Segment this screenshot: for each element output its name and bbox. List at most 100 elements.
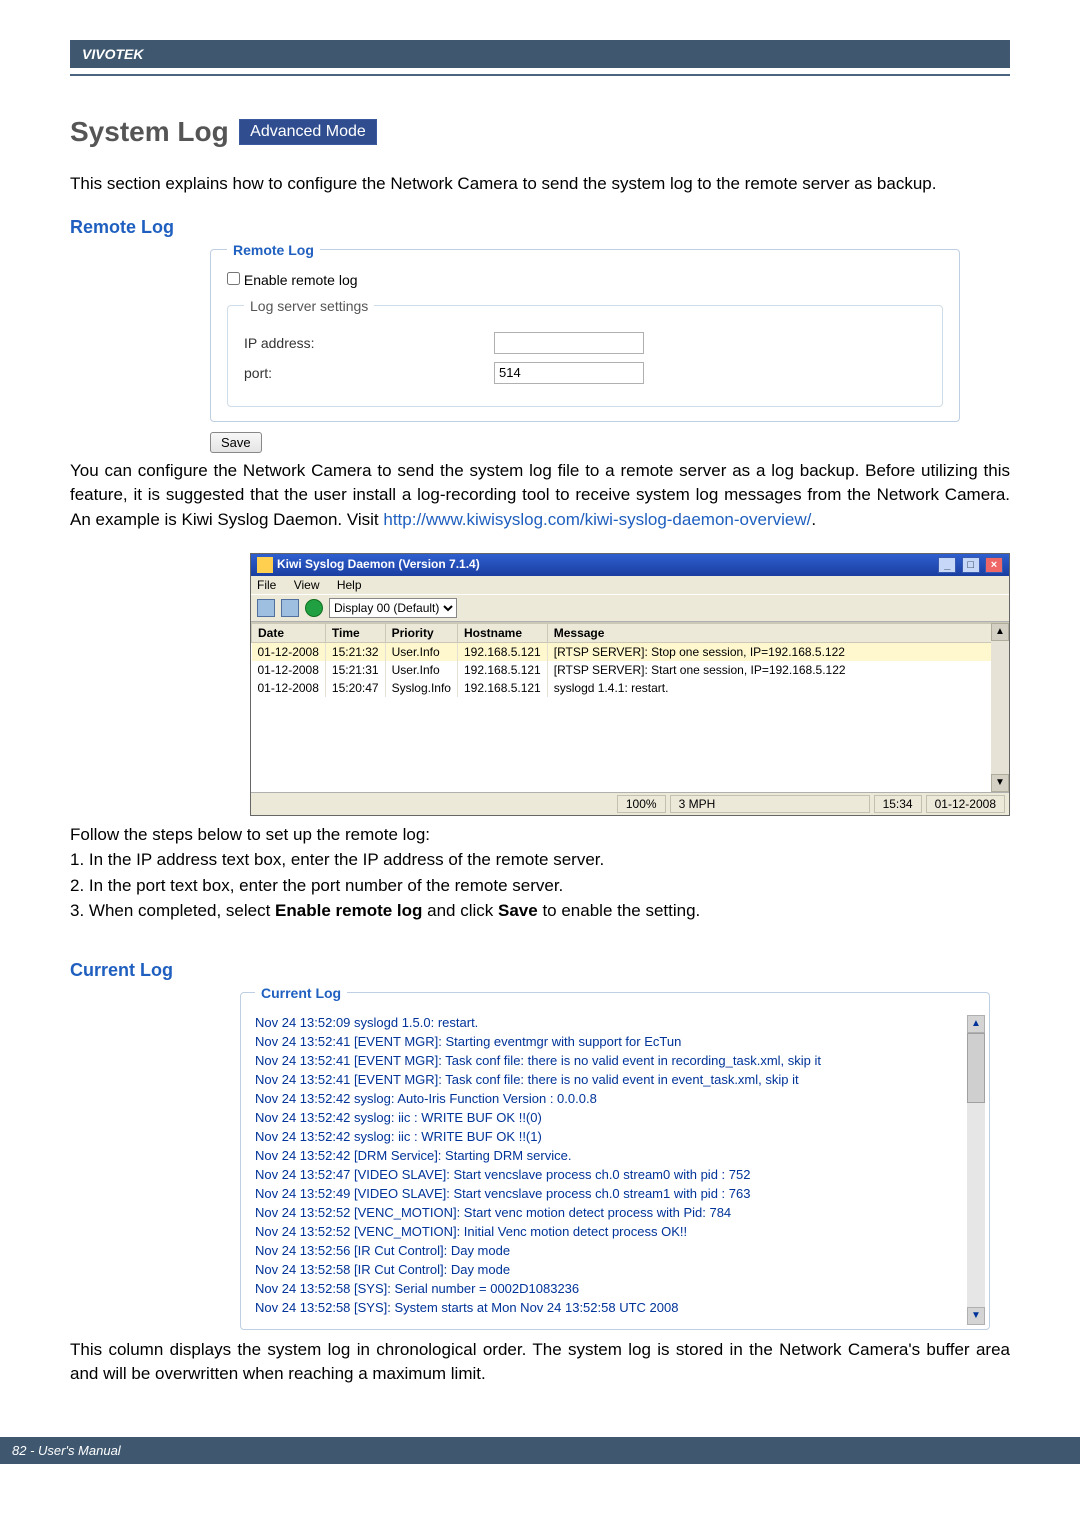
log-line: Nov 24 13:52:41 [EVENT MGR]: Task conf f… [255,1053,977,1068]
col-message[interactable]: Message [547,623,1008,642]
kiwi-menubar: File View Help [251,576,1009,594]
log-line: Nov 24 13:52:42 [DRM Service]: Starting … [255,1148,977,1163]
kiwi-scrollbar[interactable]: ▲ ▼ [991,623,1009,792]
header-rule [70,74,1010,76]
kiwi-log-area: Date Time Priority Hostname Message 01-1… [251,622,1009,792]
page-title-row: System Log Advanced Mode [70,116,1010,148]
current-log-lines: Nov 24 13:52:09 syslogd 1.5.0: restart. N… [255,1015,977,1315]
cell-priority: Syslog.Info [385,679,457,697]
col-date[interactable]: Date [252,623,326,642]
menu-help[interactable]: Help [337,578,362,592]
page-footer: 82 - User's Manual [0,1437,1080,1464]
toolbar-icon-2[interactable] [281,599,299,617]
log-line: Nov 24 13:52:58 [IR Cut Control]: Day mo… [255,1262,977,1277]
kiwi-window-title: Kiwi Syslog Daemon (Version 7.1.4) [277,557,480,571]
current-log-heading: Current Log [70,960,1010,981]
table-row[interactable]: 01-12-2008 15:21:32 User.Info 192.168.5.… [252,642,1009,661]
col-priority[interactable]: Priority [385,623,457,642]
menu-file[interactable]: File [257,578,276,592]
cell-hostname: 192.168.5.121 [457,661,547,679]
menu-view[interactable]: View [294,578,320,592]
port-input[interactable] [494,362,644,384]
log-line: Nov 24 13:52:52 [VENC_MOTION]: Initial V… [255,1224,977,1239]
remote-log-fieldset: Remote Log Enable remote log Log server … [210,242,960,422]
ip-address-label: IP address: [244,335,494,351]
log-line: Nov 24 13:52:56 [IR Cut Control]: Day mo… [255,1243,977,1258]
scroll-up-icon[interactable]: ▲ [991,623,1009,641]
steps-lead: Follow the steps below to set up the rem… [70,822,1010,848]
toolbar-icon-3[interactable] [305,599,323,617]
status-pct: 100% [617,795,666,813]
log-server-settings-legend: Log server settings [244,298,374,314]
cell-message: [RTSP SERVER]: Start one session, IP=192… [547,661,1008,679]
ip-address-input[interactable] [494,332,644,354]
brand-text: VIVOTEK [82,46,143,62]
scroll-up-icon[interactable]: ▲ [967,1015,985,1033]
log-line: Nov 24 13:52:41 [EVENT MGR]: Task conf f… [255,1072,977,1087]
table-row[interactable]: 01-12-2008 15:20:47 Syslog.Info 192.168.… [252,679,1009,697]
cell-hostname: 192.168.5.121 [457,679,547,697]
current-log-legend: Current Log [255,985,347,1001]
cell-message: syslogd 1.4.1: restart. [547,679,1008,697]
advanced-mode-badge: Advanced Mode [239,119,377,145]
status-mph: 3 MPH [670,795,870,813]
current-log-scrollbar[interactable]: ▲ ▼ [967,1015,985,1325]
display-select[interactable]: Display 00 (Default) [329,598,457,618]
scroll-thumb[interactable] [967,1033,985,1103]
kiwi-window: Kiwi Syslog Daemon (Version 7.1.4) _ □ ×… [250,553,1010,816]
cell-priority: User.Info [385,661,457,679]
status-time: 15:34 [874,795,922,813]
step-1: 1. In the IP address text box, enter the… [70,847,1010,873]
step-3: 3. When completed, select Enable remote … [70,898,1010,924]
kiwi-statusbar: 100% 3 MPH 15:34 01-12-2008 [251,792,1009,815]
closing-paragraph: This column displays the system log in c… [70,1338,1010,1387]
brand-header: VIVOTEK [70,40,1010,68]
cell-date: 01-12-2008 [252,679,326,697]
log-line: Nov 24 13:52:42 syslog: iic : WRITE BUF … [255,1129,977,1144]
log-line: Nov 24 13:52:49 [VIDEO SLAVE]: Start ven… [255,1186,977,1201]
toolbar-icon-1[interactable] [257,599,275,617]
log-line: Nov 24 13:52:09 syslogd 1.5.0: restart. [255,1015,977,1030]
log-line: Nov 24 13:52:42 syslog: Auto-Iris Functi… [255,1091,977,1106]
cell-time: 15:21:32 [325,642,385,661]
col-time[interactable]: Time [325,623,385,642]
minimize-icon[interactable]: _ [938,557,956,573]
steps-block: Follow the steps below to set up the rem… [70,822,1010,924]
kiwi-toolbar: Display 00 (Default) [251,594,1009,622]
window-controls: _ □ × [936,557,1003,573]
port-label: port: [244,365,494,381]
enable-remote-log-checkbox[interactable] [227,272,240,285]
kiwi-link[interactable]: http://www.kiwisyslog.com/kiwi-syslog-da… [383,510,811,529]
cell-hostname: 192.168.5.121 [457,642,547,661]
kiwi-header-row: Date Time Priority Hostname Message [252,623,1009,642]
enable-remote-log-label: Enable remote log [244,272,358,288]
remote-log-legend: Remote Log [227,242,320,258]
log-line: Nov 24 13:52:58 [SYS]: Serial number = 0… [255,1281,977,1296]
page-title: System Log [70,116,229,147]
log-server-settings-fieldset: Log server settings IP address: port: [227,298,943,407]
table-row[interactable]: 01-12-2008 15:21:31 User.Info 192.168.5.… [252,661,1009,679]
maximize-icon[interactable]: □ [962,557,980,573]
remote-log-heading: Remote Log [70,217,1010,238]
kiwi-tbody: 01-12-2008 15:21:32 User.Info 192.168.5.… [252,642,1009,697]
kiwi-table: Date Time Priority Hostname Message 01-1… [251,623,1009,697]
col-hostname[interactable]: Hostname [457,623,547,642]
step-2: 2. In the port text box, enter the port … [70,873,1010,899]
kiwi-titlebar: Kiwi Syslog Daemon (Version 7.1.4) _ □ × [251,554,1009,576]
scroll-down-icon[interactable]: ▼ [967,1307,985,1325]
close-icon[interactable]: × [985,557,1003,573]
footer-page: 82 - User's Manual [12,1443,121,1458]
log-line: Nov 24 13:52:52 [VENC_MOTION]: Start ven… [255,1205,977,1220]
cell-date: 01-12-2008 [252,642,326,661]
cell-priority: User.Info [385,642,457,661]
cell-date: 01-12-2008 [252,661,326,679]
status-date: 01-12-2008 [926,795,1005,813]
log-line: Nov 24 13:52:42 syslog: iic : WRITE BUF … [255,1110,977,1125]
remote-log-explainer: You can configure the Network Camera to … [70,459,1010,533]
log-line: Nov 24 13:52:58 [SYS]: System starts at … [255,1300,977,1315]
log-line: Nov 24 13:52:41 [EVENT MGR]: Starting ev… [255,1034,977,1049]
explainer-text-2: . [811,510,816,529]
kiwi-app-icon [257,557,273,573]
save-button[interactable]: Save [210,432,262,453]
scroll-down-icon[interactable]: ▼ [991,774,1009,792]
